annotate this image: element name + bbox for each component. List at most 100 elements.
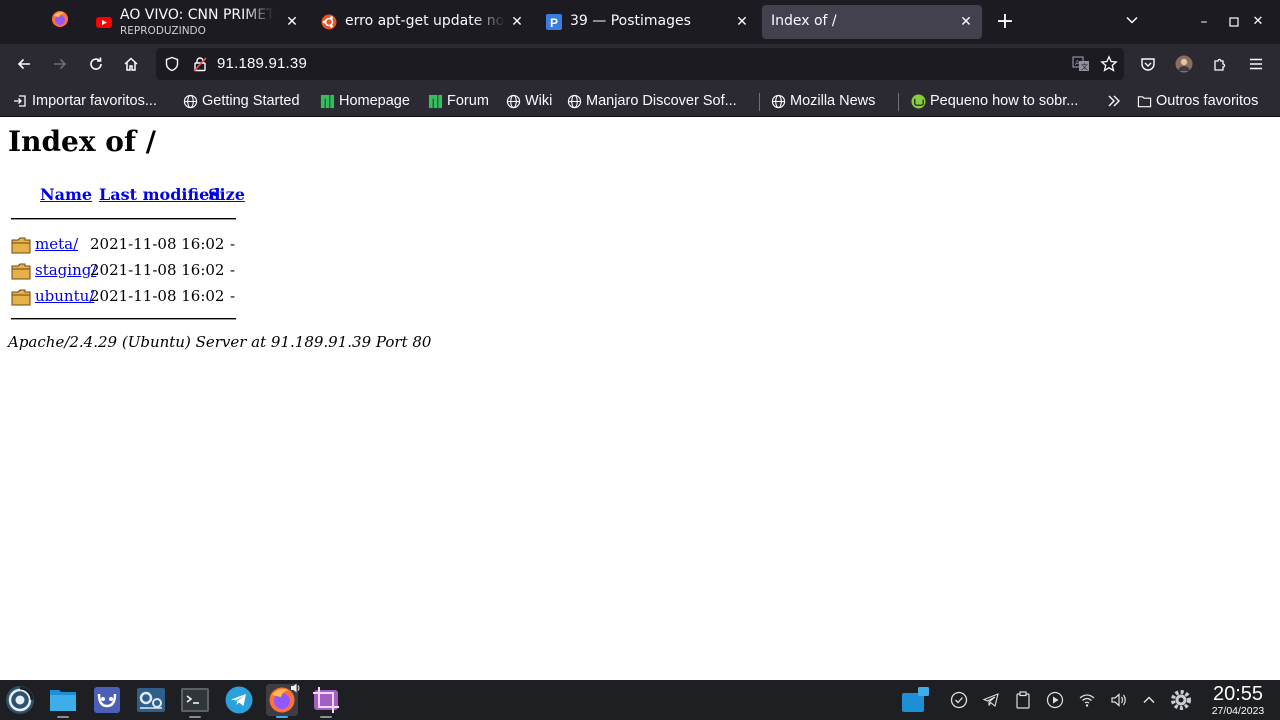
close-icon: ✕ (1252, 14, 1264, 29)
tracking-protection-icon[interactable] (164, 56, 180, 72)
svg-text:A: A (1075, 60, 1080, 67)
ubuntu-icon (321, 14, 337, 30)
forward-button[interactable] (48, 52, 72, 76)
tab-playing-label: REPRODUZINDO (120, 25, 206, 37)
folder-icon (1136, 93, 1152, 109)
address-bar[interactable]: 91.189.91.39 A 文 (156, 48, 1124, 80)
import-icon (12, 93, 28, 109)
firefox-icon (52, 11, 68, 27)
close-icon[interactable]: ✕ (509, 14, 525, 30)
manjaro-icon (319, 93, 335, 109)
tray-updates[interactable] (949, 690, 969, 710)
translate-icon[interactable]: A 文 (1072, 56, 1090, 72)
linuxmint-icon (910, 93, 926, 109)
close-icon[interactable]: ✕ (958, 14, 974, 30)
minimize-button[interactable]: – (1192, 10, 1216, 34)
directory-link[interactable]: meta/ (35, 235, 78, 253)
insecure-lock-icon[interactable] (192, 56, 208, 72)
tab-cnn[interactable]: AO VIVO: CNN PRIMETIME REPRODUZINDO ✕ (86, 5, 308, 39)
tab-askubuntu[interactable]: erro apt-get update no Ubuntu ✕ (311, 5, 533, 39)
bookmark-mozilla-news[interactable]: Mozilla News (770, 91, 875, 111)
tab-postimages[interactable]: P 39 — Postimages ✕ (536, 5, 758, 39)
directory-link[interactable]: ubuntu/ (35, 287, 94, 305)
more-bookmarks-button[interactable] (1106, 91, 1122, 111)
bookmark-forum[interactable]: Forum (427, 91, 489, 111)
globe-icon (770, 93, 786, 109)
desktops-icon (902, 687, 929, 712)
tab-strip: AO VIVO: CNN PRIMETIME REPRODUZINDO ✕ er… (0, 0, 1280, 44)
tab-title: Index of / (771, 13, 837, 29)
bookmark-wiki[interactable]: Wiki (505, 91, 552, 111)
app-launcher-button[interactable] (4, 684, 36, 716)
tray-volume[interactable] (1109, 690, 1129, 710)
bookmark-separator (759, 93, 760, 111)
maximize-icon (1229, 17, 1239, 27)
tray-network[interactable] (1077, 690, 1097, 710)
folder-icon (11, 289, 31, 306)
firefox-view-button[interactable] (48, 10, 72, 34)
list-all-tabs-button[interactable] (1120, 10, 1144, 34)
clock-date: 27/04/2023 (1211, 705, 1265, 717)
bookmark-getting-started[interactable]: Getting Started (182, 91, 300, 111)
last-modified: 2021-11-08 16:02 (90, 235, 225, 253)
bookmark-star-icon[interactable] (1100, 55, 1118, 73)
running-indicator (276, 716, 288, 718)
tray-expand-button[interactable] (1139, 690, 1159, 710)
folder-icon (11, 263, 31, 280)
taskbar-terminal[interactable] (179, 684, 211, 718)
bookmark-homepage[interactable]: Homepage (319, 91, 410, 111)
bookmark-label: Manjaro Discover Sof... (586, 93, 737, 109)
taskbar-screenshot-tool[interactable] (310, 684, 342, 718)
bookmark-other-folder[interactable]: Outros favoritos (1136, 91, 1258, 111)
close-icon[interactable]: ✕ (734, 14, 750, 30)
app-launcher-icon (6, 686, 34, 714)
tab-index-of[interactable]: Index of / ✕ (762, 5, 982, 39)
directory-link[interactable]: staging/ (35, 261, 96, 279)
file-size: - (230, 261, 236, 279)
tray-clipboard[interactable] (1013, 690, 1033, 710)
gear-icon (1171, 690, 1191, 710)
telegram-icon (225, 686, 253, 714)
clipboard-icon (1016, 691, 1030, 709)
running-indicator (320, 716, 332, 718)
bookmark-import[interactable]: Importar favoritos... (12, 91, 157, 111)
globe-icon (566, 93, 582, 109)
tray-telegram[interactable] (981, 690, 1001, 710)
taskbar-file-manager[interactable] (47, 684, 79, 718)
reload-button[interactable] (84, 52, 108, 76)
sort-by-size-link[interactable]: Size (208, 185, 245, 204)
pocket-button[interactable] (1136, 52, 1160, 76)
navigation-toolbar: 91.189.91.39 A 文 (0, 44, 1280, 84)
chevron-double-right-icon (1108, 95, 1120, 107)
bookmark-pequeno-how-to[interactable]: Pequeno how to sobr... (910, 91, 1078, 111)
divider (11, 218, 236, 220)
new-tab-button[interactable]: + (993, 10, 1017, 34)
back-button[interactable] (12, 52, 36, 76)
sort-by-modified-link[interactable]: Last modified (99, 185, 220, 204)
virtual-desktops-button[interactable] (902, 686, 930, 714)
bookmark-label: Outros favoritos (1156, 93, 1259, 109)
clock[interactable]: 20:55 27/04/2023 (1200, 683, 1276, 717)
arrow-left-icon (17, 58, 30, 70)
taskbar-system-settings[interactable] (135, 684, 167, 716)
taskbar-app-store[interactable] (91, 684, 123, 716)
close-window-button[interactable]: ✕ (1246, 10, 1270, 34)
postimages-icon: P (546, 14, 562, 30)
maximize-button[interactable] (1222, 10, 1246, 34)
hamburger-icon (1250, 58, 1262, 70)
manjaro-icon (427, 93, 443, 109)
tray-media-player[interactable] (1045, 690, 1065, 710)
taskbar-firefox[interactable] (266, 683, 300, 718)
close-icon[interactable]: ✕ (284, 14, 300, 30)
sort-by-name-link[interactable]: Name (40, 185, 92, 204)
account-button[interactable] (1172, 52, 1196, 76)
bookmark-manjaro-discover[interactable]: Manjaro Discover Sof... (566, 91, 737, 111)
taskbar-telegram[interactable] (223, 684, 255, 716)
tray-settings[interactable] (1168, 686, 1194, 714)
pocket-icon (1141, 58, 1155, 71)
home-button[interactable] (119, 52, 143, 76)
bookmark-label: Getting Started (202, 93, 300, 109)
tab-title: erro apt-get update no Ubuntu (345, 13, 505, 29)
menu-button[interactable] (1244, 52, 1268, 76)
extensions-button[interactable] (1208, 52, 1232, 76)
